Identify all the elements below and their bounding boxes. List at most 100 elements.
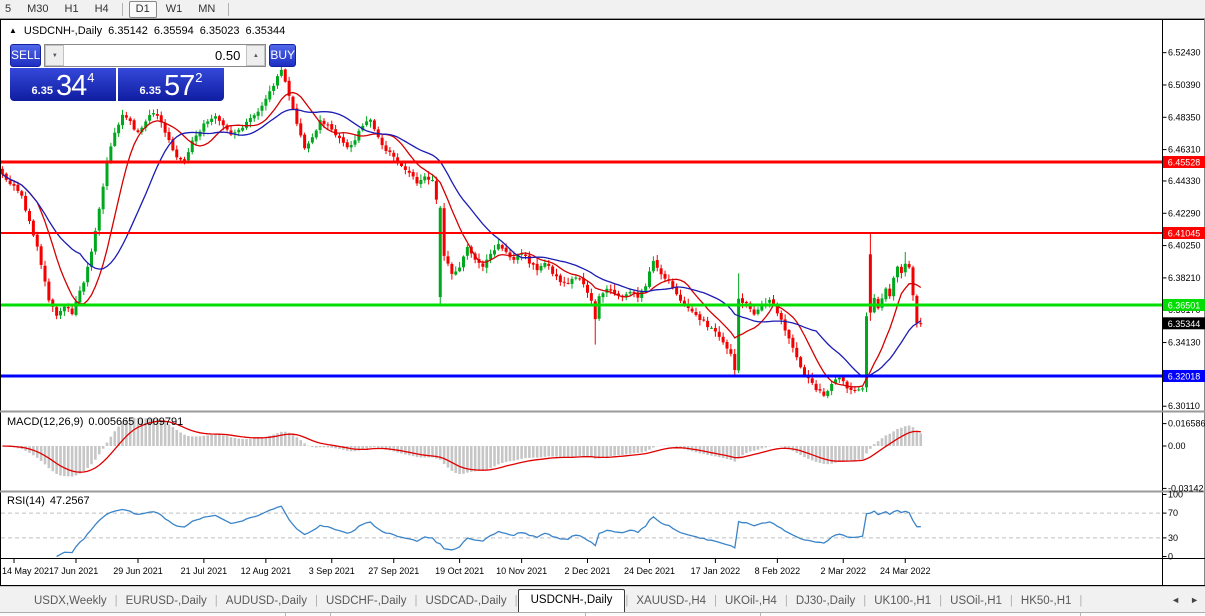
chart-tab-bar: USDX,Weekly | EURUSD-,Daily | AUDUSD-,Daily |…	[0, 586, 1205, 612]
candle-body	[175, 149, 179, 158]
candle-body	[810, 378, 814, 383]
candle-body	[644, 286, 648, 291]
candle-body	[16, 184, 20, 191]
timeframe-button-h1[interactable]: H1	[58, 1, 86, 18]
candle-body	[589, 293, 593, 301]
candle-body	[349, 145, 353, 148]
candle-body	[338, 135, 341, 139]
candle-body	[558, 275, 562, 283]
chart-tab-hk50[interactable]: HK50-,H1	[1013, 591, 1080, 612]
volume-input[interactable]	[64, 45, 247, 66]
macd-indicator-label: MACD(12,26,9) 0.005665 0.009791	[7, 416, 183, 428]
timeframe-button-h4[interactable]: H4	[88, 1, 116, 18]
level-price-badge: 6.32018	[1168, 371, 1201, 381]
candle-body	[462, 256, 465, 268]
timeframe-button-mn[interactable]: MN	[191, 1, 222, 18]
macd-axis-label: 0.016586	[1168, 419, 1205, 429]
candle-body	[117, 124, 121, 134]
candle-body	[547, 263, 551, 266]
sell-button[interactable]: SELL	[10, 44, 42, 67]
candle-body	[380, 137, 384, 146]
time-axis-label: 24 Dec 2021	[624, 566, 675, 576]
tab-scroll-buttons: ◄ ►	[1171, 595, 1199, 605]
ohlc-close: 6.35344	[245, 25, 286, 37]
macd-signal-line	[2, 420, 921, 473]
candle-body	[628, 291, 632, 294]
buy-price-sup: 2	[195, 70, 203, 85]
chart-tab-eurusd[interactable]: EURUSD-,Daily	[118, 591, 215, 612]
timeframe-button-d1[interactable]: D1	[128, 0, 157, 18]
candle-body	[62, 306, 66, 312]
candle-body	[655, 260, 659, 268]
candle-body	[353, 140, 357, 145]
price-axis-label: 6.48350	[1168, 112, 1201, 122]
volume-increase-icon[interactable]: ▲	[246, 45, 266, 66]
candle-body	[861, 388, 865, 390]
price-axis-label: 6.50390	[1168, 80, 1201, 90]
candle-body	[787, 330, 791, 339]
candle-body	[314, 130, 318, 138]
time-axis-label: 14 May 2021	[2, 566, 54, 576]
collapse-trade-panel-icon[interactable]: ▲	[9, 26, 17, 35]
candle-body	[330, 124, 334, 130]
chart-tab-usoil[interactable]: USOil-,H1	[942, 591, 1010, 612]
tab-scroll-right-icon[interactable]: ►	[1190, 595, 1199, 605]
candle-body	[132, 120, 136, 130]
timeframe-toolbar: 5 M30 H1 H4 D1 W1 MN	[0, 0, 1205, 19]
candle-body	[20, 191, 24, 196]
candle-body	[369, 119, 372, 122]
ohlc-high: 6.35594	[153, 25, 194, 37]
candle-body	[28, 210, 31, 222]
candle-body	[183, 159, 186, 161]
timeframe-button-m5[interactable]: 5	[0, 1, 18, 18]
candle-body	[729, 349, 733, 354]
chart-tab-usdcad[interactable]: USDCAD-,Daily	[417, 591, 514, 612]
chart-tab-usdcnh[interactable]: USDCNH-,Daily	[517, 589, 626, 612]
candle-body	[601, 293, 605, 298]
tab-scroll-left-icon[interactable]: ◄	[1171, 595, 1180, 605]
candle-body	[888, 288, 892, 297]
candle-body	[826, 391, 830, 396]
candle-body	[543, 263, 547, 267]
candle-body	[8, 180, 12, 185]
candle-body	[609, 289, 613, 291]
candle-body	[791, 337, 795, 348]
rsi-value: 47.2567	[49, 495, 90, 507]
candle-body	[70, 308, 74, 315]
chart-tab-uk100[interactable]: UK100-,H1	[866, 591, 939, 612]
candle-body	[252, 115, 256, 119]
tab-divider: |	[1079, 595, 1083, 607]
buy-button[interactable]: BUY	[269, 44, 297, 67]
time-axis-label: 2 Mar 2022	[820, 566, 866, 576]
candle-body	[264, 98, 268, 106]
chart-tab-xauusd[interactable]: XAUUSD-,H4	[628, 591, 714, 612]
candle-body	[531, 263, 535, 265]
candle-body	[659, 268, 663, 275]
candle-body	[186, 152, 190, 161]
volume-decrease-icon[interactable]: ▼	[45, 45, 65, 66]
chart-tab-usdx[interactable]: USDX,Weekly	[26, 591, 115, 612]
candle-body	[179, 157, 183, 160]
candle-body	[446, 256, 450, 264]
candle-body	[524, 254, 527, 257]
sell-price-sup: 4	[87, 70, 95, 85]
candle-body	[450, 263, 454, 274]
timeframe-button-m30[interactable]: M30	[20, 1, 55, 18]
sell-price-quote[interactable]: 6.35 34 4	[10, 68, 116, 101]
chart-tab-usdchf[interactable]: USDCHF-,Daily	[318, 591, 415, 612]
timeframe-button-w1[interactable]: W1	[159, 1, 190, 18]
time-axis-label: 21 Jul 2021	[181, 566, 228, 576]
candle-body	[101, 186, 105, 210]
chart-tab-dj30[interactable]: DJ30-,Daily	[788, 591, 863, 612]
rsi-name: RSI(14)	[7, 495, 45, 507]
macd-name: MACD(12,26,9)	[7, 416, 84, 428]
chart-tab-audusd[interactable]: AUDUSD-,Daily	[218, 591, 315, 612]
candle-body	[555, 274, 558, 277]
candle-body	[679, 294, 682, 301]
candle-body	[411, 172, 415, 177]
candle-body	[283, 69, 287, 82]
candle-body	[423, 176, 427, 181]
buy-price-quote[interactable]: 6.35 57 2	[118, 68, 224, 101]
candle-body	[857, 389, 861, 391]
chart-tab-ukoil[interactable]: UKOil-,H4	[717, 591, 785, 612]
